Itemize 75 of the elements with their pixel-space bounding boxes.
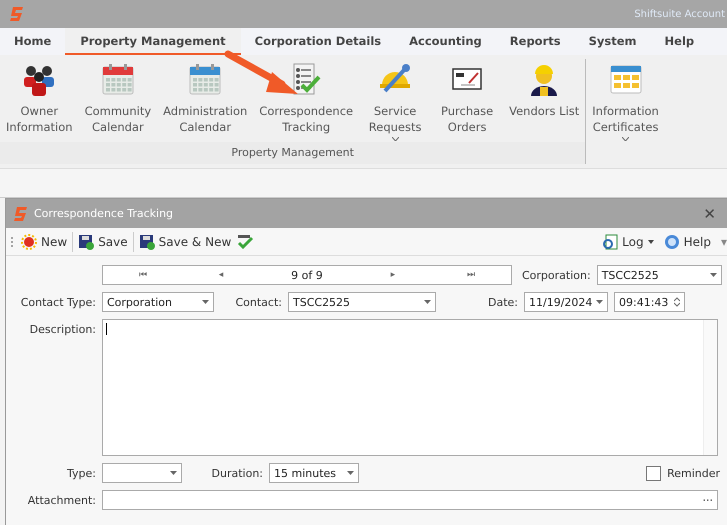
caret-icon[interactable] (170, 471, 177, 475)
field-label: Reminder (667, 466, 720, 480)
field-label: Duration: (210, 466, 263, 480)
ribbon-button[interactable]: Information Certificates (586, 59, 665, 164)
ribbon-label: Correspondence Tracking (259, 103, 354, 135)
app-title: Shiftsuite Account (634, 8, 725, 20)
toolbar-button[interactable]: New (16, 232, 74, 252)
last-button[interactable]: ⏭ (463, 270, 480, 280)
caret-icon[interactable] (648, 240, 654, 244)
floppy-check-icon (138, 234, 155, 250)
ribbon-label: Community Calendar (84, 103, 152, 135)
menu-tab[interactable]: System (574, 28, 651, 55)
next-button[interactable]: ▸ (386, 270, 400, 280)
field-label: Contact Type: (20, 296, 96, 308)
menu-tab[interactable]: Property Management (65, 28, 241, 55)
menu-tab[interactable]: Corporation Details (240, 28, 396, 55)
field-label: Contact: (234, 296, 282, 308)
ribbon-label: Information Certificates (592, 103, 659, 135)
ribbon-label: Owner Information (6, 103, 73, 135)
field-label: Corporation: (522, 268, 591, 282)
dropdown-field[interactable]: TSCC2525 (596, 265, 722, 285)
field-label: Description: (28, 323, 96, 336)
logo-icon (10, 7, 24, 21)
time-spinner[interactable]: 09:41:43 (614, 292, 685, 312)
ribbon-label: Service Requests (368, 103, 422, 135)
logo-icon (14, 206, 28, 220)
ribbon-button[interactable]: Correspondence Tracking (253, 59, 360, 142)
caret-icon[interactable] (347, 471, 354, 475)
chevron-icon[interactable] (622, 137, 630, 141)
help-icon (664, 234, 680, 250)
ribbon-button[interactable]: Community Calendar (78, 59, 158, 142)
star-burst-icon (21, 234, 37, 250)
dropdown-field[interactable]: Corporation (102, 292, 214, 312)
ribbon-button[interactable]: Vendors List (503, 59, 586, 142)
dropdown-field[interactable]: 15 minutes (269, 463, 359, 483)
field-label: Date: (487, 296, 518, 308)
ribbon-label: Purchase Orders (441, 103, 494, 135)
previous-button[interactable]: ◂ (214, 270, 228, 280)
menu-tab[interactable]: Accounting (395, 28, 496, 55)
ribbon-label: Administration Calendar (163, 103, 248, 135)
toolbar-button[interactable]: Help (658, 232, 716, 252)
caret-icon[interactable] (202, 300, 209, 304)
log-icon (602, 234, 618, 250)
toolbar-button[interactable]: Save (73, 232, 134, 252)
record-position: 9 of 9 (291, 268, 323, 282)
menu-tab[interactable]: Help (650, 28, 708, 55)
window-title: Correspondence Tracking (34, 207, 174, 220)
ribbon-button[interactable]: Service Requests (359, 59, 432, 142)
ribbon-button[interactable]: Administration Calendar (157, 59, 254, 142)
field-label: Type: (66, 466, 96, 480)
group-label: Property Management (0, 142, 586, 164)
dropdown-field[interactable] (102, 463, 182, 483)
description-field[interactable] (102, 319, 718, 456)
date-field[interactable]: 11/19/2024 (524, 292, 608, 312)
spellcheck-icon[interactable] (236, 234, 254, 250)
caret-icon[interactable] (596, 300, 603, 304)
reminder-checkbox[interactable] (646, 466, 662, 480)
floppy-check-icon (78, 234, 94, 250)
chevron-icon[interactable] (392, 137, 399, 141)
toolbar-button[interactable]: Save & New (134, 232, 236, 252)
close-button[interactable]: ✕ (691, 204, 727, 222)
menu-tab[interactable]: Reports (496, 28, 575, 55)
ribbon-button[interactable]: Owner Information (0, 59, 79, 142)
caret-icon[interactable] (710, 273, 717, 277)
menu-tab[interactable]: Home (0, 28, 66, 55)
first-button[interactable]: ⏮ (134, 270, 151, 280)
browse-button[interactable]: ··· (702, 494, 713, 506)
ribbon-label: Vendors List (509, 103, 580, 119)
ribbon-button[interactable]: Purchase Orders (431, 59, 504, 142)
caret-icon[interactable] (424, 300, 431, 304)
toolbar-button[interactable]: Log (597, 232, 659, 252)
field-label: Attachment: (26, 494, 96, 506)
dropdown-field[interactable]: TSCC2525 (288, 292, 436, 312)
attachment-field[interactable]: ··· (102, 490, 718, 510)
grip-icon[interactable] (10, 234, 14, 248)
